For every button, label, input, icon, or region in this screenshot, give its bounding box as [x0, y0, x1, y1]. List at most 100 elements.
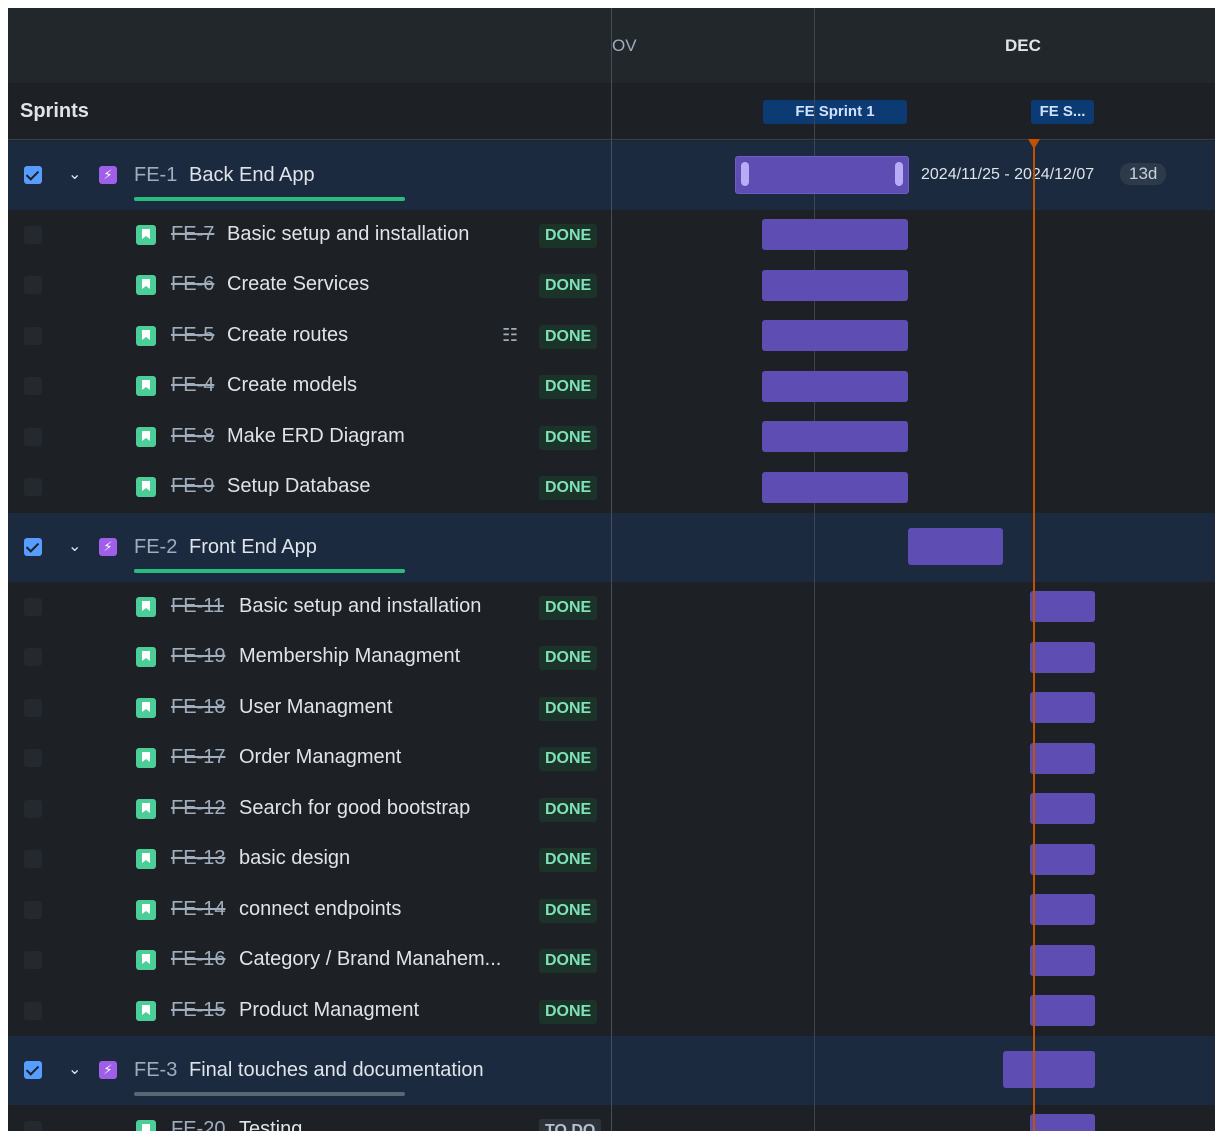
epic-title[interactable]: Final touches and documentation	[189, 1059, 484, 1082]
status-badge[interactable]: DONE	[539, 1000, 598, 1024]
epic-key[interactable]: FE-2	[134, 536, 177, 559]
issue-bar[interactable]	[762, 270, 908, 301]
issue-title[interactable]: Setup Database	[227, 475, 370, 498]
issue-bar[interactable]	[1030, 642, 1095, 673]
issue-title[interactable]: Category / Brand Manahem...	[239, 948, 501, 971]
issue-title[interactable]: Create models	[227, 374, 357, 397]
issue-title[interactable]: Create routes	[227, 324, 348, 347]
issue-key[interactable]: FE-11	[171, 595, 224, 618]
epic-bar-fe-3[interactable]	[1003, 1051, 1095, 1088]
issue-key[interactable]: FE-5	[171, 324, 214, 347]
row-checkbox[interactable]	[24, 1061, 42, 1079]
issue-key[interactable]: FE-6	[171, 273, 214, 296]
issue-key[interactable]: FE-18	[171, 696, 225, 719]
issue-title[interactable]: Basic setup and installation	[239, 595, 481, 618]
issue-title[interactable]: Product Managment	[239, 999, 419, 1022]
status-badge[interactable]: DONE	[539, 798, 598, 822]
issue-bar[interactable]	[762, 219, 908, 250]
sprint-chip-2[interactable]: FE S...	[1031, 100, 1094, 124]
row-checkbox[interactable]	[24, 749, 42, 767]
epic-key[interactable]: FE-3	[134, 1059, 177, 1082]
status-badge[interactable]: DONE	[539, 747, 598, 771]
status-badge[interactable]: DONE	[539, 646, 598, 670]
row-checkbox[interactable]	[24, 1002, 42, 1020]
issue-title[interactable]: User Managment	[239, 696, 392, 719]
status-badge[interactable]: DONE	[539, 375, 598, 399]
issue-bar[interactable]	[1030, 995, 1095, 1026]
status-badge[interactable]: DONE	[539, 848, 598, 872]
epic-title[interactable]: Front End App	[189, 536, 317, 559]
status-badge[interactable]: DONE	[539, 476, 598, 500]
status-badge[interactable]: DONE	[539, 899, 598, 923]
row-checkbox[interactable]	[24, 951, 42, 969]
list-timeline-divider[interactable]	[611, 8, 612, 1131]
resize-handle-right[interactable]	[895, 162, 903, 186]
row-checkbox[interactable]	[24, 478, 42, 496]
issue-key[interactable]: FE-20	[171, 1118, 225, 1131]
issue-bar[interactable]	[1030, 743, 1095, 774]
issue-title[interactable]: Create Services	[227, 273, 369, 296]
epic-bar-fe-1[interactable]	[735, 156, 909, 194]
issue-title[interactable]: Make ERD Diagram	[227, 425, 405, 448]
issue-title[interactable]: Basic setup and installation	[227, 223, 469, 246]
row-checkbox[interactable]	[24, 538, 42, 556]
row-checkbox[interactable]	[24, 327, 42, 345]
row-checkbox[interactable]	[24, 699, 42, 717]
issue-bar[interactable]	[1030, 894, 1095, 925]
status-badge[interactable]: DONE	[539, 426, 598, 450]
epic-title[interactable]: Back End App	[189, 164, 315, 187]
hierarchy-icon[interactable]: ☷	[502, 325, 518, 346]
status-badge[interactable]: DONE	[539, 596, 598, 620]
epic-bar-fe-2[interactable]	[908, 528, 1003, 565]
issue-title[interactable]: basic design	[239, 847, 350, 870]
issue-bar[interactable]	[1030, 692, 1095, 723]
row-checkbox[interactable]	[24, 377, 42, 395]
issue-bar[interactable]	[1030, 793, 1095, 824]
row-checkbox[interactable]	[24, 850, 42, 868]
status-badge[interactable]: DONE	[539, 224, 598, 248]
issue-bar[interactable]	[1030, 844, 1095, 875]
status-badge[interactable]: DONE	[539, 949, 598, 973]
status-badge[interactable]: TO DO	[539, 1119, 602, 1131]
issue-key[interactable]: FE-9	[171, 475, 214, 498]
issue-title[interactable]: Membership Managment	[239, 645, 460, 668]
chevron-down-icon[interactable]: ⌄	[68, 1059, 81, 1079]
issue-key[interactable]: FE-17	[171, 746, 225, 769]
issue-bar[interactable]	[762, 421, 908, 452]
chevron-down-icon[interactable]: ⌄	[68, 164, 81, 184]
issue-key[interactable]: FE-4	[171, 374, 214, 397]
row-checkbox[interactable]	[24, 648, 42, 666]
issue-key[interactable]: FE-7	[171, 223, 214, 246]
issue-key[interactable]: FE-19	[171, 645, 225, 668]
issue-title[interactable]: connect endpoints	[239, 898, 401, 921]
row-checkbox[interactable]	[24, 166, 42, 184]
issue-key[interactable]: FE-13	[171, 847, 225, 870]
issue-title[interactable]: Order Managment	[239, 746, 401, 769]
issue-key[interactable]: FE-14	[171, 898, 225, 921]
issue-key[interactable]: FE-16	[171, 948, 225, 971]
issue-key[interactable]: FE-8	[171, 425, 214, 448]
sprint-chip-1[interactable]: FE Sprint 1	[763, 100, 907, 124]
row-checkbox[interactable]	[24, 598, 42, 616]
issue-bar[interactable]	[1030, 1114, 1095, 1131]
issue-bar[interactable]	[762, 472, 908, 503]
issue-title[interactable]: Search for good bootstrap	[239, 797, 470, 820]
status-badge[interactable]: DONE	[539, 697, 598, 721]
status-badge[interactable]: DONE	[539, 325, 598, 349]
row-checkbox[interactable]	[24, 901, 42, 919]
status-badge[interactable]: DONE	[539, 274, 598, 298]
resize-handle-left[interactable]	[741, 162, 749, 186]
issue-bar[interactable]	[762, 371, 908, 402]
issue-bar[interactable]	[762, 320, 908, 351]
epic-key[interactable]: FE-1	[134, 164, 177, 187]
issue-key[interactable]: FE-15	[171, 999, 225, 1022]
row-checkbox[interactable]	[24, 226, 42, 244]
issue-title[interactable]: Testing	[239, 1118, 302, 1131]
issue-bar[interactable]	[1030, 945, 1095, 976]
row-checkbox[interactable]	[24, 1121, 42, 1131]
row-checkbox[interactable]	[24, 276, 42, 294]
row-checkbox[interactable]	[24, 800, 42, 818]
chevron-down-icon[interactable]: ⌄	[68, 536, 81, 556]
issue-key[interactable]: FE-12	[171, 797, 225, 820]
issue-bar[interactable]	[1030, 591, 1095, 622]
